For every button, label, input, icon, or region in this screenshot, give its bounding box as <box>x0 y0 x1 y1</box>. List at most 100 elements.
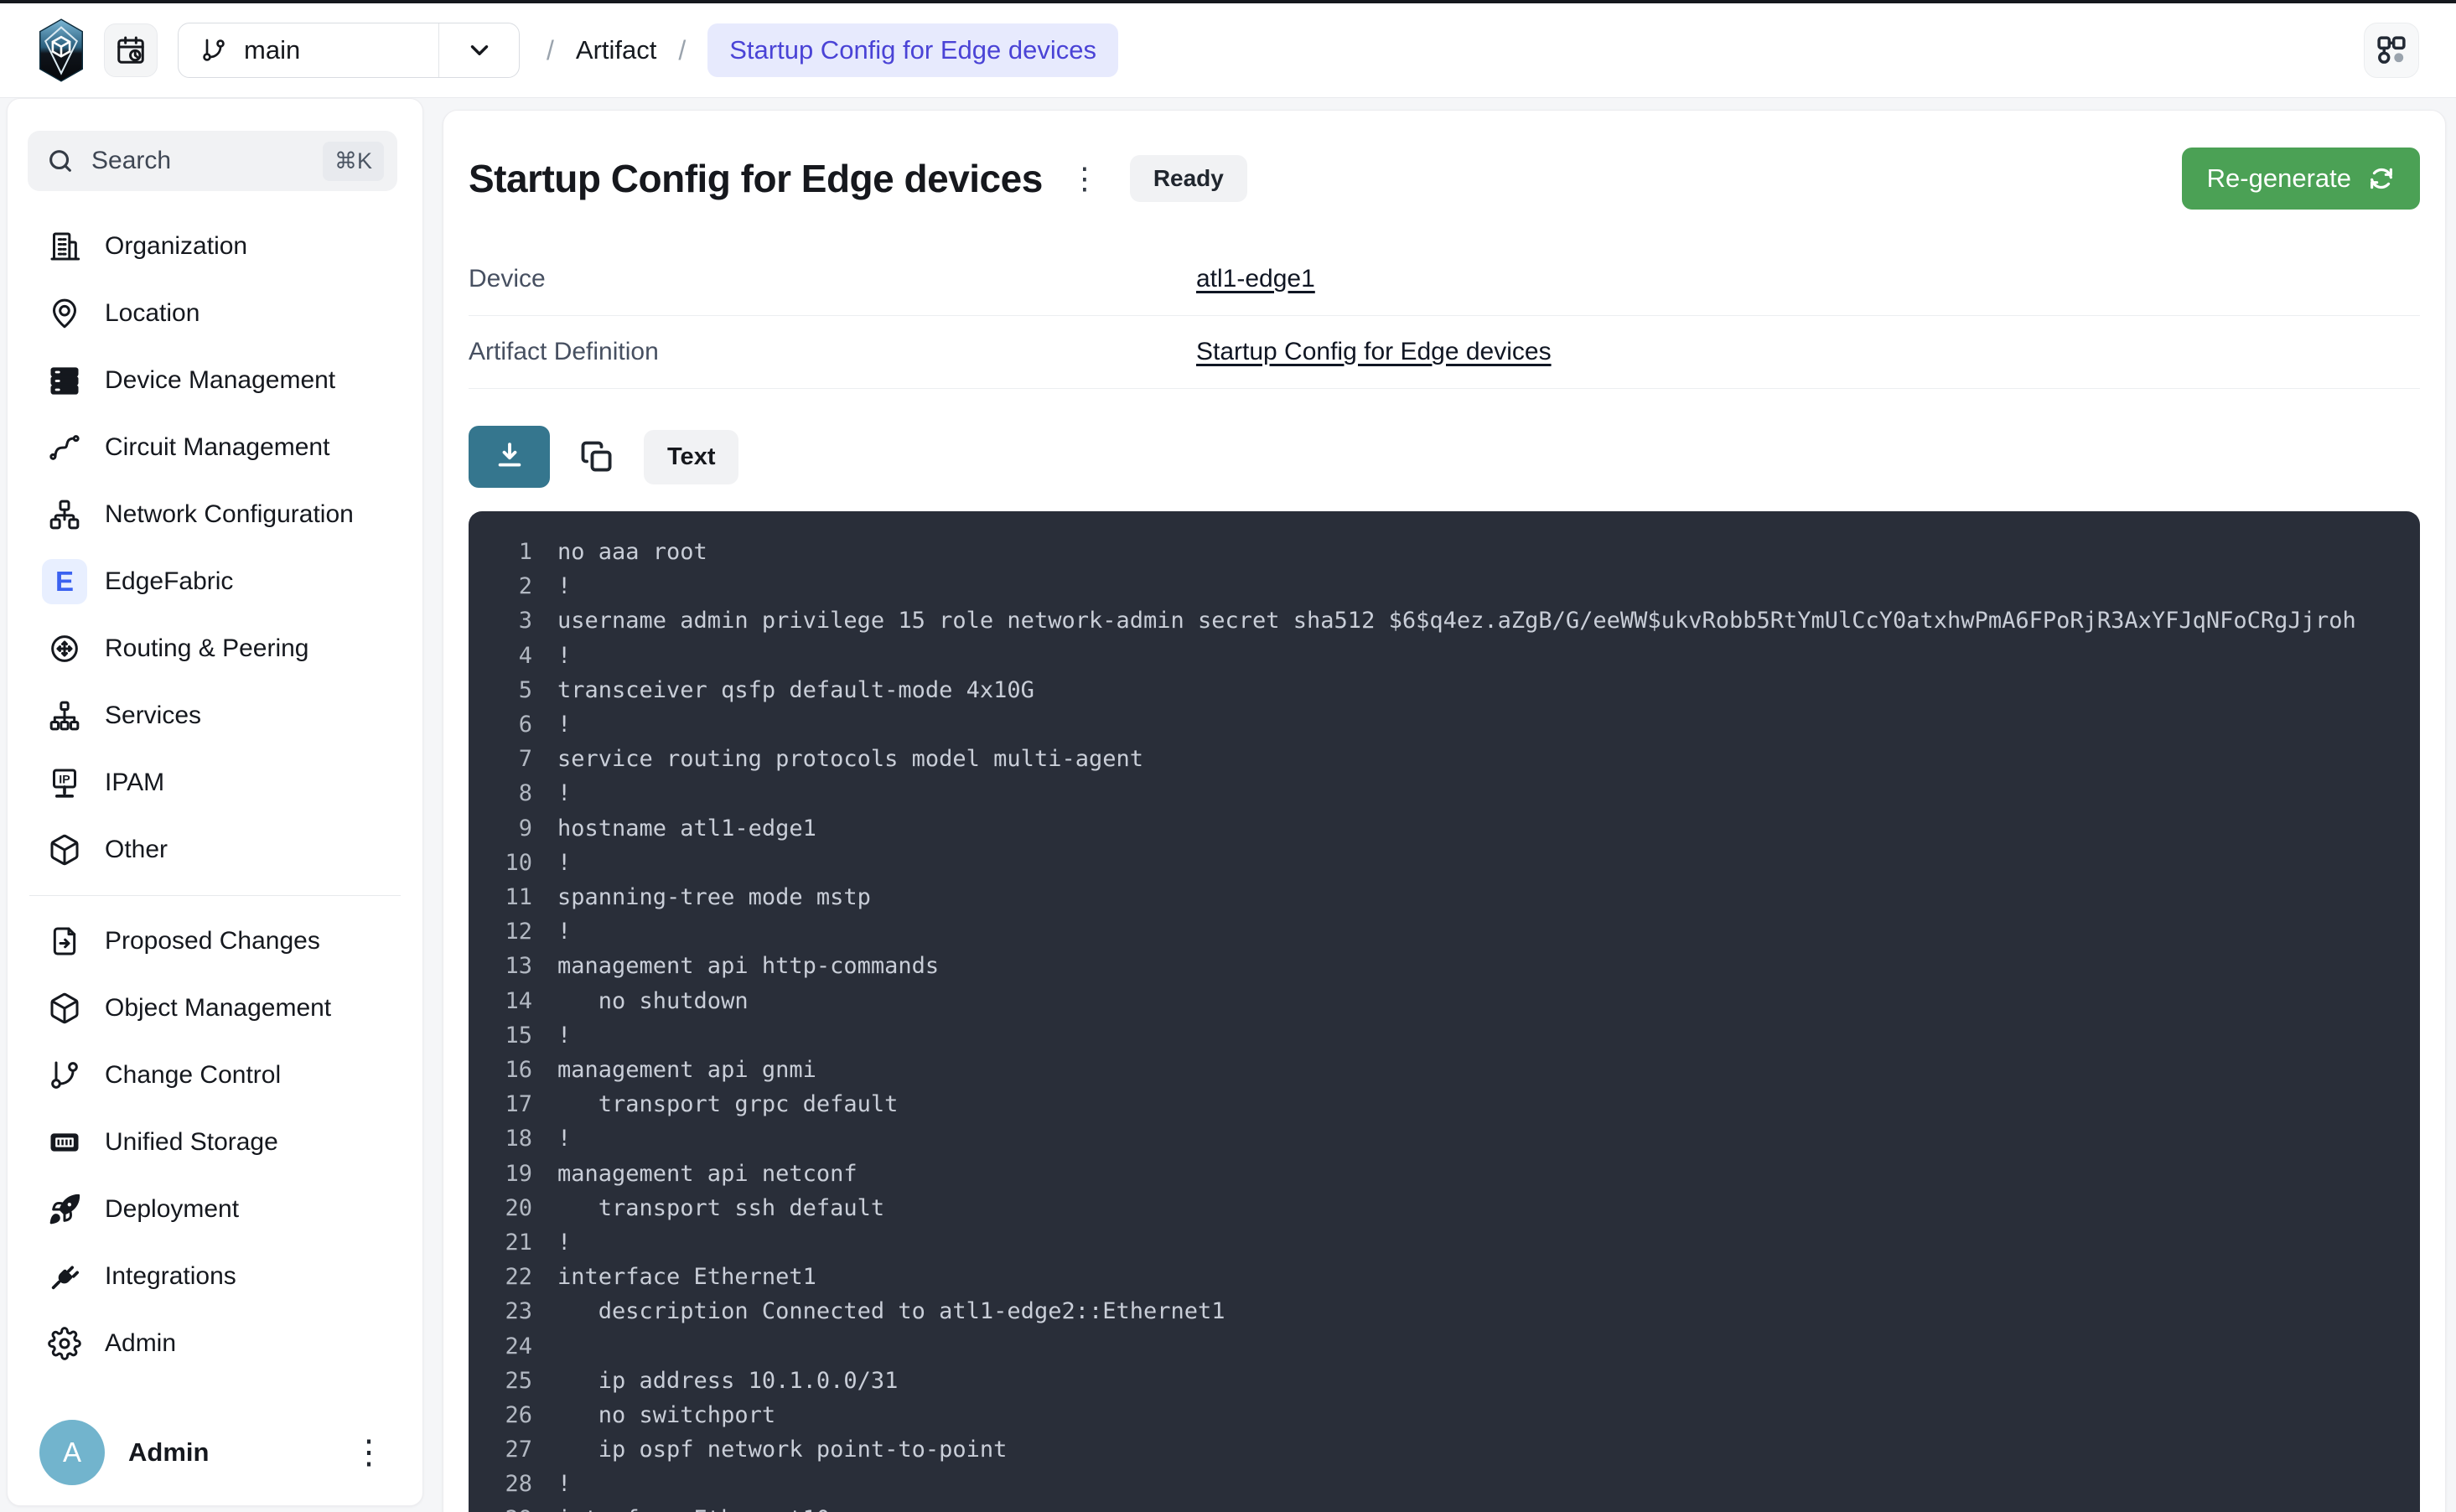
field-row-artifact-definition: Artifact Definition Startup Config for E… <box>469 316 2420 389</box>
sidebar-item-label: Network Configuration <box>105 500 354 529</box>
workflow-icon <box>2374 33 2409 68</box>
line-text: ip ospf network point-to-point <box>557 1432 1007 1467</box>
code-line: 15! <box>469 1018 2420 1053</box>
code-line: 2! <box>469 569 2420 603</box>
field-label: Artifact Definition <box>469 338 1196 366</box>
line-number: 13 <box>469 949 532 983</box>
code-line: 18! <box>469 1121 2420 1156</box>
code-line: 13management api http-commands <box>469 949 2420 983</box>
branch-name: main <box>244 35 300 65</box>
user-menu[interactable]: A Admin ⋮ <box>8 1420 422 1485</box>
text-format-button[interactable]: Text <box>644 430 738 484</box>
code-line: 19management api netconf <box>469 1157 2420 1191</box>
line-number: 14 <box>469 984 532 1018</box>
status-badge: Ready <box>1130 155 1247 202</box>
line-number: 19 <box>469 1157 532 1191</box>
code-line: 17 transport grpc default <box>469 1087 2420 1121</box>
line-text: no shutdown <box>557 984 749 1018</box>
gear-icon <box>48 1327 81 1360</box>
svg-text:IP: IP <box>59 773 70 786</box>
breadcrumb-separator: / <box>678 35 686 66</box>
sidebar-item-routing-peering[interactable]: Routing & Peering <box>8 615 422 682</box>
device-link[interactable]: atl1-edge1 <box>1196 265 1315 293</box>
download-button[interactable] <box>469 426 550 488</box>
code-block[interactable]: 1no aaa root2!3username admin privilege … <box>469 511 2420 1512</box>
title-kebab-menu-icon[interactable]: ⋮ <box>1070 163 1100 194</box>
sidebar-item-object-management[interactable]: Object Management <box>8 975 422 1042</box>
line-text: no aaa root <box>557 535 707 569</box>
sidebar-item-proposed-changes[interactable]: Proposed Changes <box>8 908 422 975</box>
line-number: 18 <box>469 1121 532 1156</box>
sidebar-item-location[interactable]: Location <box>8 280 422 347</box>
line-number: 24 <box>469 1329 532 1364</box>
code-line: 26 no switchport <box>469 1398 2420 1432</box>
sidebar-item-network-configuration[interactable]: Network Configuration <box>8 481 422 548</box>
sidebar-item-label: Proposed Changes <box>105 927 320 955</box>
line-text: hostname atl1-edge1 <box>557 811 816 846</box>
sidebar-item-label: Location <box>105 299 199 328</box>
user-kebab-menu-icon[interactable]: ⋮ <box>352 1436 386 1469</box>
app-logo-icon[interactable] <box>37 18 85 83</box>
sidebar-item-organization[interactable]: Organization <box>8 213 422 280</box>
line-number: 26 <box>469 1398 532 1432</box>
sidebar-item-deployment[interactable]: Deployment <box>8 1176 422 1243</box>
sidebar-item-admin[interactable]: Admin <box>8 1310 422 1377</box>
branch-selector[interactable]: main <box>178 23 520 78</box>
edgefabric-badge-icon: E <box>48 565 81 598</box>
sidebar-item-integrations[interactable]: Integrations <box>8 1243 422 1310</box>
search-placeholder: Search <box>91 147 171 175</box>
sidebar-item-services[interactable]: Services <box>8 682 422 749</box>
sidebar-item-unified-storage[interactable]: Unified Storage <box>8 1109 422 1176</box>
sidebar-item-label: Services <box>105 702 201 730</box>
calendar-clock-icon <box>115 34 147 66</box>
field-label: Device <box>469 265 1196 293</box>
sidebar-item-label: Unified Storage <box>105 1128 278 1157</box>
line-text: no switchport <box>557 1398 775 1432</box>
artifact-definition-link[interactable]: Startup Config for Edge devices <box>1196 338 1552 366</box>
sidebar-item-circuit-management[interactable]: Circuit Management <box>8 414 422 481</box>
refresh-icon <box>2368 165 2395 192</box>
code-line: 27 ip ospf network point-to-point <box>469 1432 2420 1467</box>
line-number: 5 <box>469 673 532 707</box>
artifact-detail-panel: Startup Config for Edge devices ⋮ Ready … <box>443 110 2446 1512</box>
line-text: transport grpc default <box>557 1087 898 1121</box>
sidebar-item-change-control[interactable]: Change Control <box>8 1042 422 1109</box>
branch-selector-toggle[interactable] <box>438 23 519 77</box>
branch-selector-value[interactable]: main <box>179 23 438 77</box>
network-icon <box>48 498 81 531</box>
sidebar-item-edgefabric[interactable]: E EdgeFabric <box>8 548 422 615</box>
code-line: 11spanning-tree mode mstp <box>469 880 2420 914</box>
sidebar-item-device-management[interactable]: Device Management <box>8 347 422 414</box>
line-text: ! <box>557 1018 571 1053</box>
artifact-fields: Device atl1-edge1 Artifact Definition St… <box>469 243 2420 389</box>
line-number: 2 <box>469 569 532 603</box>
sidebar-item-label: Routing & Peering <box>105 634 309 663</box>
chevron-down-icon <box>465 36 494 65</box>
line-text: ! <box>557 707 571 742</box>
line-text: username admin privilege 15 role network… <box>557 603 2356 638</box>
copy-button[interactable] <box>575 435 619 479</box>
search-input[interactable]: Search ⌘K <box>28 131 397 191</box>
line-text: management api gnmi <box>557 1053 816 1087</box>
rocket-icon <box>48 1193 81 1226</box>
line-text: description Connected to atl1-edge2::Eth… <box>557 1294 1225 1328</box>
breadcrumb-item-current[interactable]: Startup Config for Edge devices <box>707 23 1118 77</box>
calendar-button[interactable] <box>104 23 158 77</box>
topology-button[interactable] <box>2364 23 2419 78</box>
user-name: Admin <box>128 1437 209 1468</box>
sidebar-item-label: Change Control <box>105 1061 281 1090</box>
regenerate-button[interactable]: Re-generate <box>2182 148 2420 210</box>
app-window: main / Artifact / Startup Config for Edg… <box>0 0 2456 1512</box>
line-text: ! <box>557 1467 571 1501</box>
breadcrumb-item-artifact[interactable]: Artifact <box>576 35 656 65</box>
line-number: 15 <box>469 1018 532 1053</box>
download-icon <box>492 439 527 474</box>
map-pin-icon <box>48 297 81 330</box>
top-bar: main / Artifact / Startup Config for Edg… <box>0 3 2456 98</box>
code-line: 23 description Connected to atl1-edge2::… <box>469 1294 2420 1328</box>
code-line: 4! <box>469 639 2420 673</box>
sidebar-item-label: EdgeFabric <box>105 567 233 596</box>
code-line: 25 ip address 10.1.0.0/31 <box>469 1364 2420 1398</box>
sidebar-item-ipam[interactable]: IPIPAM <box>8 749 422 816</box>
sidebar-item-other[interactable]: Other <box>8 816 422 883</box>
